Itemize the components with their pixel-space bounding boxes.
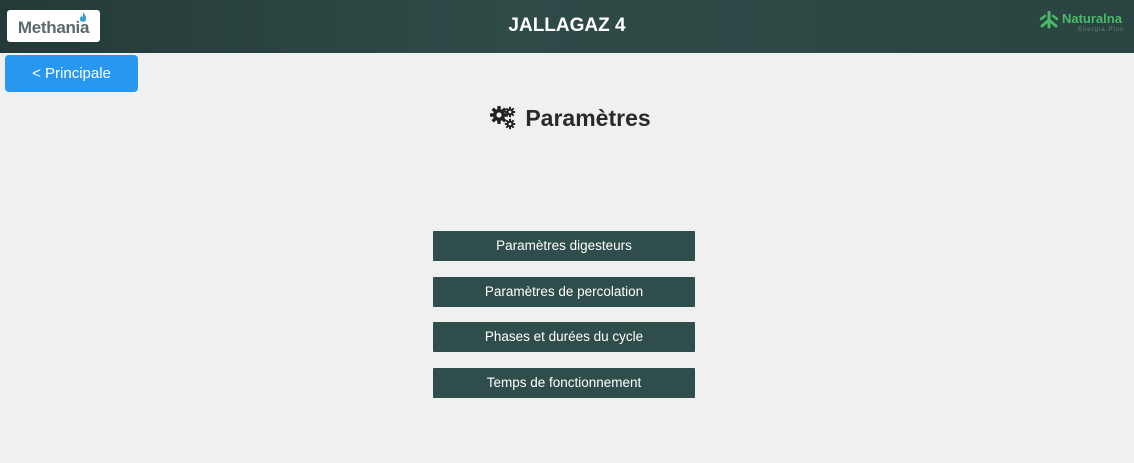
naturalna-logo-subtitle: Energia.Plus (1077, 27, 1124, 33)
naturalna-leaf-icon (1039, 11, 1059, 29)
naturalna-logo-name: Naturalna (1061, 11, 1122, 26)
gears-icon (490, 106, 516, 130)
parametres-digesteurs-button[interactable]: Paramètres digesteurs (433, 231, 695, 261)
temps-fonctionnement-button[interactable]: Temps de fonctionnement (433, 368, 695, 398)
phases-durees-cycle-button[interactable]: Phases et durées du cycle (433, 322, 695, 352)
app-header: Methania JALLAGAZ 4 Naturalna Energia.Pl… (0, 0, 1134, 53)
page-title: Paramètres (525, 104, 651, 131)
page-heading: Paramètres (0, 100, 1134, 136)
parametres-percolation-button[interactable]: Paramètres de percolation (433, 277, 695, 307)
naturalna-logo: Naturalna Energia.Plus (1039, 11, 1124, 41)
app-title: JALLAGAZ 4 (508, 15, 626, 36)
back-to-principale-button[interactable]: < Principale (5, 55, 138, 92)
